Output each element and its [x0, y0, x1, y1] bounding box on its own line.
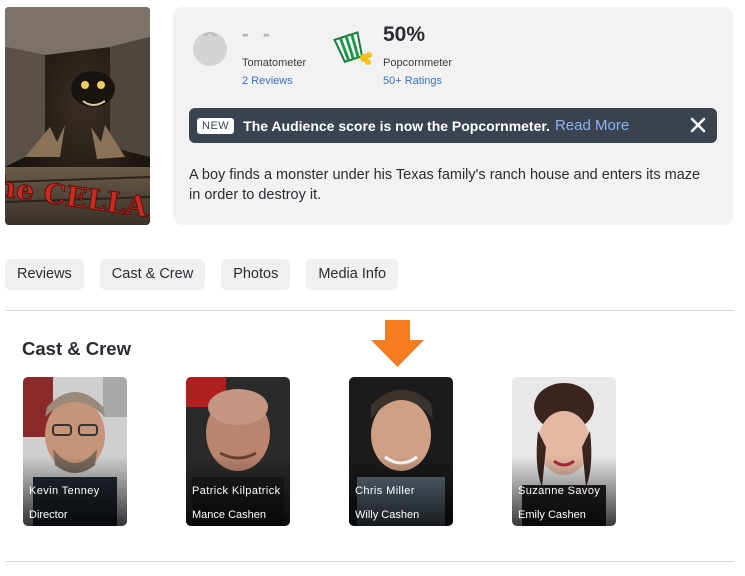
cast-role: Emily Cashen — [518, 509, 586, 521]
tab-media-info[interactable]: Media Info — [306, 259, 399, 290]
popcornmeter-score: 50% — [383, 23, 426, 46]
cast-name: Patrick Kilpatrick — [192, 485, 281, 497]
cast-name: Suzanne Savoy — [518, 485, 601, 497]
tab-reviews[interactable]: Reviews — [5, 259, 84, 290]
poster-image: the CELLAR — [5, 7, 150, 225]
tab-cast-crew[interactable]: Cast & Crew — [99, 259, 206, 290]
section-divider — [5, 310, 734, 311]
tomato-empty-icon — [193, 32, 227, 66]
cast-name: Kevin Tenney — [29, 485, 100, 497]
audience-score-notice: NEW The Audience score is now the Popcor… — [189, 108, 717, 143]
section-divider — [5, 561, 734, 562]
down-arrow-icon — [371, 320, 424, 367]
cast-name: Chris Miller — [355, 485, 415, 497]
movie-poster[interactable]: the CELLAR — [5, 7, 150, 225]
cast-role: Willy Cashen — [355, 509, 420, 521]
popcornmeter-ratings-link[interactable]: 50+ Ratings — [383, 75, 442, 87]
spilled-popcorn-icon — [333, 31, 372, 65]
tomatometer-label: Tomatometer — [242, 57, 307, 69]
cast-card[interactable]: Chris Miller Willy Cashen — [349, 377, 453, 526]
cast-card[interactable]: Suzanne Savoy Emily Cashen — [512, 377, 616, 526]
notice-text: The Audience score is now the Popcornmet… — [243, 117, 550, 134]
cast-role: Mance Cashen — [192, 509, 266, 521]
tomatometer-score: - - — [242, 23, 274, 46]
popcornmeter-label: Popcornmeter — [383, 57, 453, 69]
new-badge: NEW — [197, 117, 235, 134]
cast-section-title: Cast & Crew — [22, 338, 131, 359]
movie-synopsis: A boy finds a monster under his Texas fa… — [189, 167, 701, 203]
score-panel: - - Tomatometer 2 Reviews 50% Popcornmet… — [173, 7, 733, 225]
read-more-link[interactable]: Read More — [555, 117, 629, 134]
close-icon[interactable] — [688, 114, 708, 136]
cast-card[interactable]: Patrick Kilpatrick Mance Cashen — [186, 377, 290, 526]
tomatometer-reviews-link[interactable]: 2 Reviews — [242, 75, 293, 87]
tab-photos[interactable]: Photos — [221, 259, 291, 290]
cast-card[interactable]: Kevin Tenney Director — [23, 377, 127, 526]
cast-role: Director — [29, 509, 68, 521]
content-tabs: Reviews Cast & Crew Photos Media Info — [5, 259, 399, 290]
